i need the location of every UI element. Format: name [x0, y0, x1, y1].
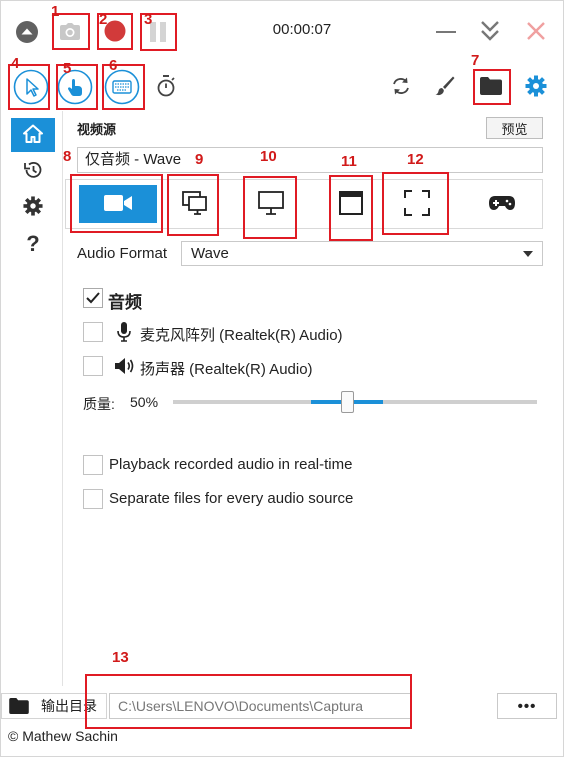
annotation-label-13: 13 — [112, 649, 129, 666]
refresh-icon[interactable] — [390, 75, 412, 97]
source-game-button[interactable] — [466, 180, 538, 228]
keyboard-icon[interactable] — [104, 69, 140, 105]
output-folder-label: 输出目录 — [41, 698, 97, 714]
chevron-down-icon — [523, 251, 533, 257]
source-webcam-button[interactable] — [79, 185, 157, 223]
help-icon: ? — [26, 231, 40, 256]
preview-button[interactable]: 预览 — [486, 117, 543, 139]
region-icon — [404, 189, 430, 219]
copyright-text: © Mathew Sachin — [8, 728, 118, 744]
screen-overlay-icon — [182, 190, 208, 218]
source-region-button[interactable] — [384, 180, 450, 228]
settings-icon — [23, 195, 43, 219]
sidebar: ? — [1, 111, 63, 686]
source-screen-overlay-button[interactable] — [170, 180, 220, 228]
monitor-icon — [258, 190, 284, 218]
separate-files-checkbox[interactable] — [83, 489, 103, 509]
playback-label: Playback recorded audio in real-time — [109, 456, 353, 473]
collapse-up-icon[interactable] — [15, 20, 39, 44]
speaker-checkbox[interactable] — [83, 356, 103, 376]
source-window-button[interactable] — [330, 180, 372, 228]
speaker-label: 扬声器 (Realtek(R) Audio) — [140, 361, 313, 378]
window-icon — [339, 190, 363, 218]
quality-slider[interactable] — [173, 391, 537, 413]
stopwatch-icon[interactable] — [155, 75, 177, 97]
checkmark-icon — [86, 292, 100, 304]
audio-format-label: Audio Format — [77, 245, 168, 262]
source-selector — [65, 179, 543, 229]
audio-section-label: 音频 — [108, 293, 142, 312]
gamepad-icon — [489, 195, 515, 214]
video-source-title: 视频源 — [77, 122, 117, 137]
sidebar-item-home[interactable] — [11, 118, 55, 152]
microphone-checkbox[interactable] — [83, 322, 103, 342]
output-bar: 输出目录 C:\Users\LENOVO\Documents\Captura •… — [1, 693, 564, 719]
audio-format-select[interactable]: Wave — [181, 241, 543, 266]
quality-slider-thumb[interactable] — [341, 391, 354, 413]
playback-checkbox[interactable] — [83, 455, 103, 475]
history-icon — [23, 160, 43, 183]
settings-icon[interactable] — [524, 74, 548, 98]
annotation-label-9: 9 — [195, 151, 204, 168]
quality-value: 50% — [130, 394, 159, 410]
microphone-icon — [116, 321, 132, 343]
source-fullscreen-button[interactable] — [244, 180, 298, 228]
output-folder-button[interactable]: 输出目录 — [1, 693, 107, 719]
folder-icon[interactable] — [479, 75, 503, 97]
annotation-label-3: 3 — [144, 11, 153, 28]
sidebar-item-settings[interactable] — [11, 190, 55, 224]
close-icon[interactable] — [525, 20, 547, 42]
speaker-icon — [114, 356, 136, 376]
brush-icon[interactable] — [434, 75, 456, 97]
annotation-label-8: 8 — [63, 148, 72, 165]
audio-format-value: Wave — [191, 245, 229, 262]
quality-label: 质量: — [83, 396, 115, 412]
more-options-button[interactable]: ••• — [497, 693, 557, 719]
camera-icon[interactable] — [59, 20, 81, 42]
current-source-field: 仅音频 - Wave — [77, 147, 543, 173]
annotation-label-5: 5 — [63, 60, 72, 77]
annotation-label-7: 7 — [471, 52, 480, 69]
annotation-label-12: 12 — [407, 151, 424, 168]
captura-window: 00:00:07 ? 视频源 预览 仅音频 - Wave Audio Forma… — [0, 0, 564, 757]
output-path-field[interactable]: C:\Users\LENOVO\Documents\Captura — [109, 693, 411, 719]
separate-files-label: Separate files for every audio source — [109, 490, 354, 507]
minimize-icon[interactable] — [435, 21, 457, 43]
audio-enable-checkbox[interactable] — [83, 288, 103, 308]
annotation-label-6: 6 — [109, 57, 118, 74]
home-icon — [23, 124, 43, 147]
microphone-label: 麦克风阵列 (Realtek(R) Audio) — [140, 327, 343, 344]
folder-icon — [9, 698, 29, 714]
annotation-label-11: 11 — [341, 153, 357, 170]
recording-timer: 00:00:07 — [272, 21, 332, 38]
video-camera-icon — [104, 194, 132, 215]
cursor-icon[interactable] — [13, 69, 49, 105]
annotation-label-4: 4 — [11, 55, 20, 72]
annotation-label-10: 10 — [260, 148, 277, 165]
double-chevron-down-icon[interactable] — [479, 19, 501, 43]
title-bar: 00:00:07 — [1, 1, 564, 57]
sidebar-item-help[interactable]: ? — [11, 227, 55, 261]
sidebar-item-history[interactable] — [11, 154, 55, 188]
annotation-label-2: 2 — [99, 11, 108, 28]
annotation-label-1: 1 — [51, 3, 60, 20]
